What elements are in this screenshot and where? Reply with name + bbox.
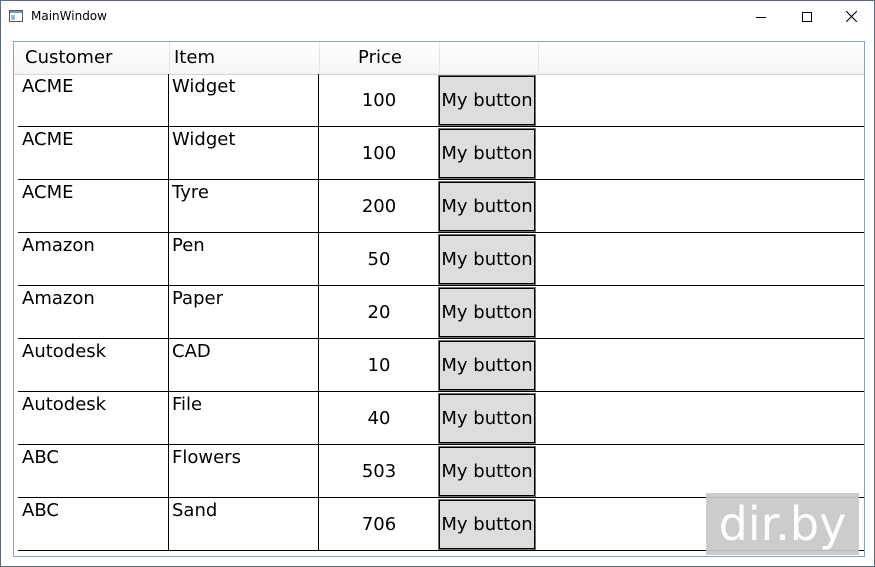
maximize-button[interactable] xyxy=(784,1,830,32)
column-header-action[interactable] xyxy=(440,42,538,74)
column-header-customer[interactable]: Customer xyxy=(25,42,112,74)
cell-item: CAD xyxy=(172,341,211,362)
cell-price: 40 xyxy=(367,408,391,429)
cell-customer: Autodesk xyxy=(22,394,107,415)
cell-item: Sand xyxy=(172,500,218,521)
data-grid[interactable]: Customer Item Price ACME Widget 100 My b… xyxy=(13,41,865,557)
table-row[interactable]: Autodesk CAD 10 My button xyxy=(18,339,864,392)
cell-customer: ACME xyxy=(22,129,74,150)
title-bar[interactable]: MainWindow xyxy=(1,1,874,32)
cell-customer: Autodesk xyxy=(22,341,107,362)
app-window-icon xyxy=(9,10,23,22)
my-button[interactable]: My button xyxy=(438,181,536,232)
cell-item: Pen xyxy=(172,235,205,256)
cell-price: 706 xyxy=(361,514,397,535)
cell-item: Flowers xyxy=(172,447,241,468)
minimize-icon xyxy=(756,16,766,18)
cell-customer: ABC xyxy=(22,447,59,468)
close-button[interactable] xyxy=(828,1,874,32)
window-title: MainWindow xyxy=(31,9,107,23)
table-row[interactable]: Autodesk File 40 My button xyxy=(18,392,864,445)
main-window: MainWindow Customer Item Price ACME Widg… xyxy=(0,0,875,567)
my-button[interactable]: My button xyxy=(438,287,536,338)
cell-item: Widget xyxy=(172,129,236,150)
column-header-item[interactable]: Item xyxy=(174,42,215,74)
cell-customer: ACME xyxy=(22,182,74,203)
column-separator[interactable] xyxy=(538,42,539,74)
table-row[interactable]: Amazon Paper 20 My button xyxy=(18,286,864,339)
maximize-icon xyxy=(802,11,812,22)
cell-price: 503 xyxy=(361,461,397,482)
cell-item: Widget xyxy=(172,76,236,97)
my-button[interactable]: My button xyxy=(438,75,536,126)
cell-customer: Amazon xyxy=(22,288,95,309)
column-separator[interactable] xyxy=(169,42,170,74)
cell-customer: ACME xyxy=(22,76,74,97)
cell-item: Tyre xyxy=(172,182,209,203)
cell-item: Paper xyxy=(172,288,223,309)
table-row[interactable]: ACME Widget 100 My button xyxy=(18,127,864,180)
table-row[interactable]: Amazon Pen 50 My button xyxy=(18,233,864,286)
close-icon xyxy=(845,11,857,22)
cell-customer: ABC xyxy=(22,500,59,521)
my-button[interactable]: My button xyxy=(438,499,536,550)
grid-header: Customer Item Price xyxy=(14,42,864,75)
column-header-price[interactable]: Price xyxy=(320,42,440,74)
watermark-logo: dir.by xyxy=(706,493,859,555)
cell-price: 100 xyxy=(361,143,397,164)
cell-price: 200 xyxy=(361,196,397,217)
table-row[interactable]: ACME Tyre 200 My button xyxy=(18,180,864,233)
cell-customer: Amazon xyxy=(22,235,95,256)
cell-item: File xyxy=(172,394,203,415)
table-row[interactable]: ABC Flowers 503 My button xyxy=(18,445,864,498)
cell-price: 10 xyxy=(367,355,391,376)
my-button[interactable]: My button xyxy=(438,393,536,444)
minimize-button[interactable] xyxy=(738,1,784,32)
cell-price: 100 xyxy=(361,90,397,111)
my-button[interactable]: My button xyxy=(438,446,536,497)
my-button[interactable]: My button xyxy=(438,128,536,179)
cell-price: 20 xyxy=(367,302,391,323)
my-button[interactable]: My button xyxy=(438,340,536,391)
table-row[interactable]: ACME Widget 100 My button xyxy=(18,74,864,127)
my-button[interactable]: My button xyxy=(438,234,536,285)
cell-price: 50 xyxy=(367,249,391,270)
